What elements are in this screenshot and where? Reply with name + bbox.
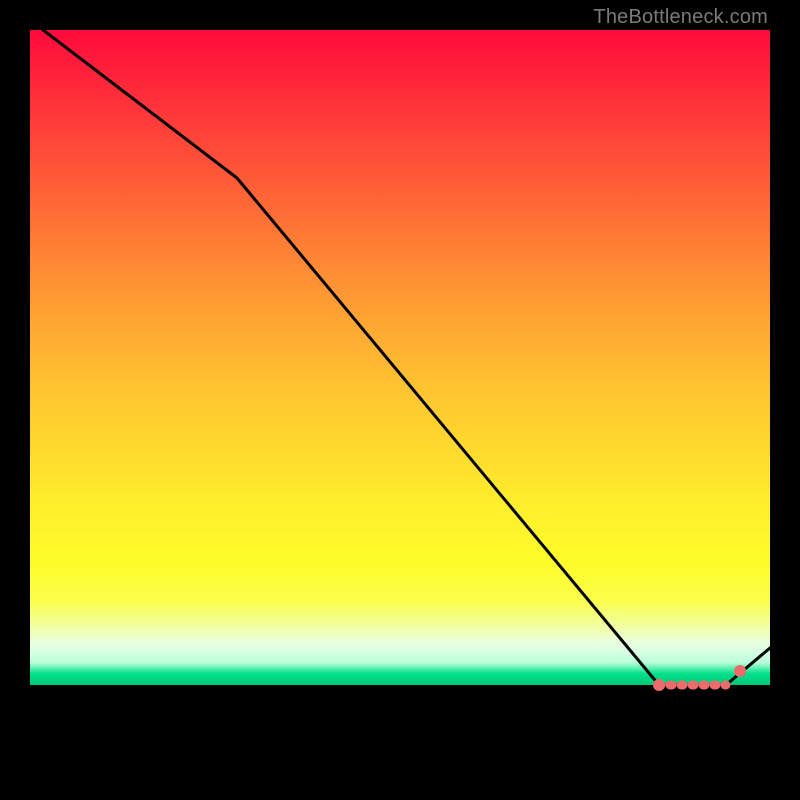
chart-stage: TheBottleneck.com bbox=[0, 0, 800, 800]
valley-marker-start bbox=[653, 679, 665, 691]
end-marker-dot bbox=[734, 665, 746, 677]
curve-layer bbox=[30, 30, 770, 770]
bottleneck-curve-path bbox=[30, 30, 770, 685]
plot-area bbox=[30, 30, 770, 770]
watermark-text: TheBottleneck.com bbox=[593, 6, 768, 29]
